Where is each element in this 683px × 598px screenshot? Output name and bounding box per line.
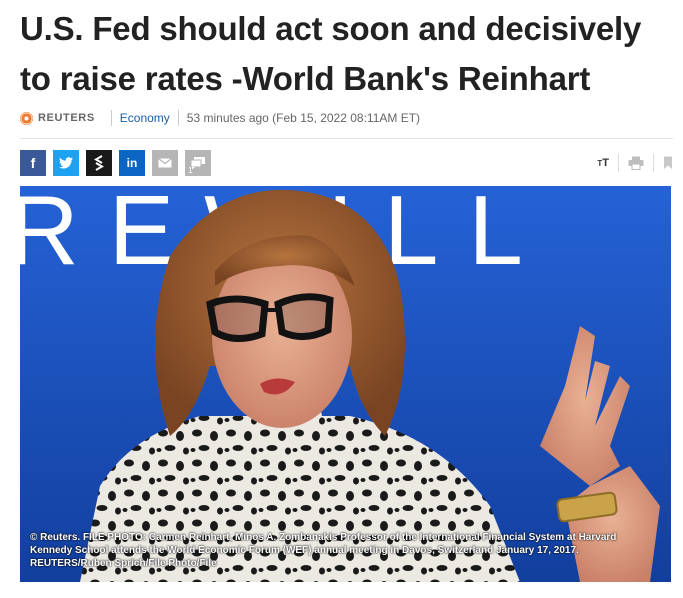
share-bar: f in 1: [20, 150, 211, 176]
stocktwits-share-button[interactable]: [86, 150, 112, 176]
linkedin-icon: in: [126, 156, 138, 170]
article-headline: U.S. Fed should act soon and decisively …: [20, 10, 642, 97]
source-name: REUTERS: [38, 112, 95, 124]
linkedin-share-button[interactable]: in: [119, 150, 145, 176]
tools-divider: [653, 154, 654, 172]
header-divider: [20, 138, 673, 139]
category-link[interactable]: Economy: [120, 111, 170, 125]
comments-button[interactable]: 1: [185, 150, 211, 176]
meta-divider: [110, 110, 112, 126]
article-meta: REUTERS Economy 53 minutes ago (Feb 15, …: [20, 108, 673, 128]
print-icon[interactable]: [628, 156, 644, 170]
text-size-icon[interactable]: TT: [597, 157, 609, 169]
stocktwits-icon: [94, 155, 104, 171]
email-icon: [158, 158, 172, 168]
twitter-share-button[interactable]: [53, 150, 79, 176]
meta-divider: [177, 110, 179, 126]
publish-time: 53 minutes ago (Feb 15, 2022 08:11AM ET): [186, 111, 421, 125]
photo-illustration: REWILL: [20, 186, 671, 582]
photo-caption: © Reuters. FILE PHOTO: Carmen Reinhart, …: [30, 532, 617, 569]
facebook-share-button[interactable]: f: [20, 150, 46, 176]
reuters-logo-icon: [20, 111, 33, 125]
comment-count: 1: [188, 166, 193, 175]
article-tools: TT: [597, 152, 673, 174]
facebook-icon: f: [30, 155, 36, 171]
twitter-bird-icon: [59, 157, 73, 169]
article-photo: REWILL © Reuters. FILE PHOTO: Carmen Rei…: [20, 186, 671, 582]
email-share-button[interactable]: [152, 150, 178, 176]
source[interactable]: REUTERS: [20, 111, 95, 125]
bookmark-icon[interactable]: [663, 156, 673, 170]
tools-divider: [618, 154, 619, 172]
